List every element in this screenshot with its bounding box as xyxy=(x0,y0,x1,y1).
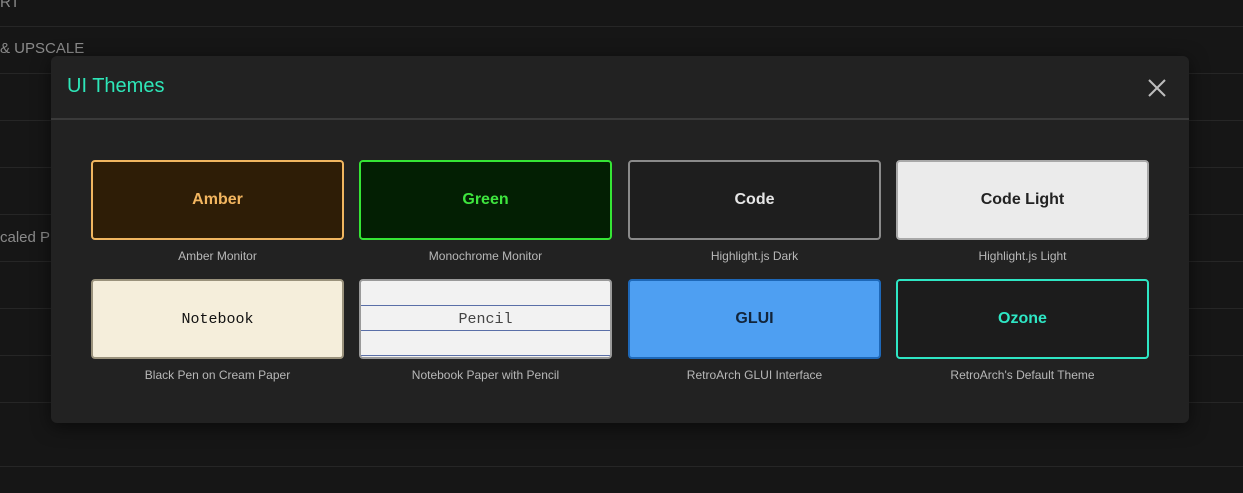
ui-themes-dialog: UI Themes Amber Amber Monitor Green Mono… xyxy=(51,56,1189,423)
theme-name: Notebook xyxy=(181,310,254,328)
theme-tile-green[interactable]: Green xyxy=(359,160,612,240)
theme-name: Amber xyxy=(192,191,243,208)
theme-tile-pencil[interactable]: Pencil xyxy=(359,279,612,359)
theme-option-green: Green Monochrome Monitor xyxy=(359,160,612,263)
theme-name: Code Light xyxy=(980,191,1065,208)
theme-option-glui: GLUI RetroArch GLUI Interface xyxy=(628,279,881,382)
theme-name: GLUI xyxy=(735,310,774,327)
theme-name: Code xyxy=(734,191,775,208)
theme-description: RetroArch's Default Theme xyxy=(950,368,1095,382)
theme-description: RetroArch GLUI Interface xyxy=(686,368,823,382)
theme-tile-ozone[interactable]: Ozone xyxy=(896,279,1149,359)
theme-option-code: Code Highlight.js Dark xyxy=(628,160,881,263)
theme-description: Black Pen on Cream Paper xyxy=(144,368,291,382)
background-row-label: & UPSCALE xyxy=(0,40,85,57)
background-row-label: caled P xyxy=(0,229,51,246)
background-row: RT xyxy=(0,0,1243,27)
background-row-label: RT xyxy=(0,0,20,11)
dialog-header: UI Themes xyxy=(51,56,1189,120)
theme-tile-amber[interactable]: Amber xyxy=(91,160,344,240)
notebook-rule-line xyxy=(361,305,610,306)
theme-description: Highlight.js Light xyxy=(978,249,1067,263)
theme-tile-notebook[interactable]: Notebook xyxy=(91,279,344,359)
theme-option-notebook: Notebook Black Pen on Cream Paper xyxy=(91,279,344,382)
theme-description: Highlight.js Dark xyxy=(710,249,799,263)
theme-description: Monochrome Monitor xyxy=(428,249,543,263)
theme-option-ozone: Ozone RetroArch's Default Theme xyxy=(896,279,1149,382)
theme-name: Green xyxy=(462,191,509,208)
close-icon xyxy=(1148,79,1166,97)
theme-tile-code[interactable]: Code xyxy=(628,160,881,240)
theme-tile-code-light[interactable]: Code Light xyxy=(896,160,1149,240)
theme-option-amber: Amber Amber Monitor xyxy=(91,160,344,263)
theme-description: Amber Monitor xyxy=(178,249,257,263)
notebook-rule-line xyxy=(361,355,610,356)
theme-option-code-light: Code Light Highlight.js Light xyxy=(896,160,1149,263)
notebook-rule-line xyxy=(361,330,610,331)
theme-description: Notebook Paper with Pencil xyxy=(411,368,560,382)
theme-name: Pencil xyxy=(458,310,513,328)
theme-tile-glui[interactable]: GLUI xyxy=(628,279,881,359)
dialog-title: UI Themes xyxy=(67,75,165,97)
theme-name: Ozone xyxy=(998,310,1047,327)
theme-option-pencil: Pencil Notebook Paper with Pencil xyxy=(359,279,612,382)
close-button[interactable] xyxy=(1145,76,1169,100)
